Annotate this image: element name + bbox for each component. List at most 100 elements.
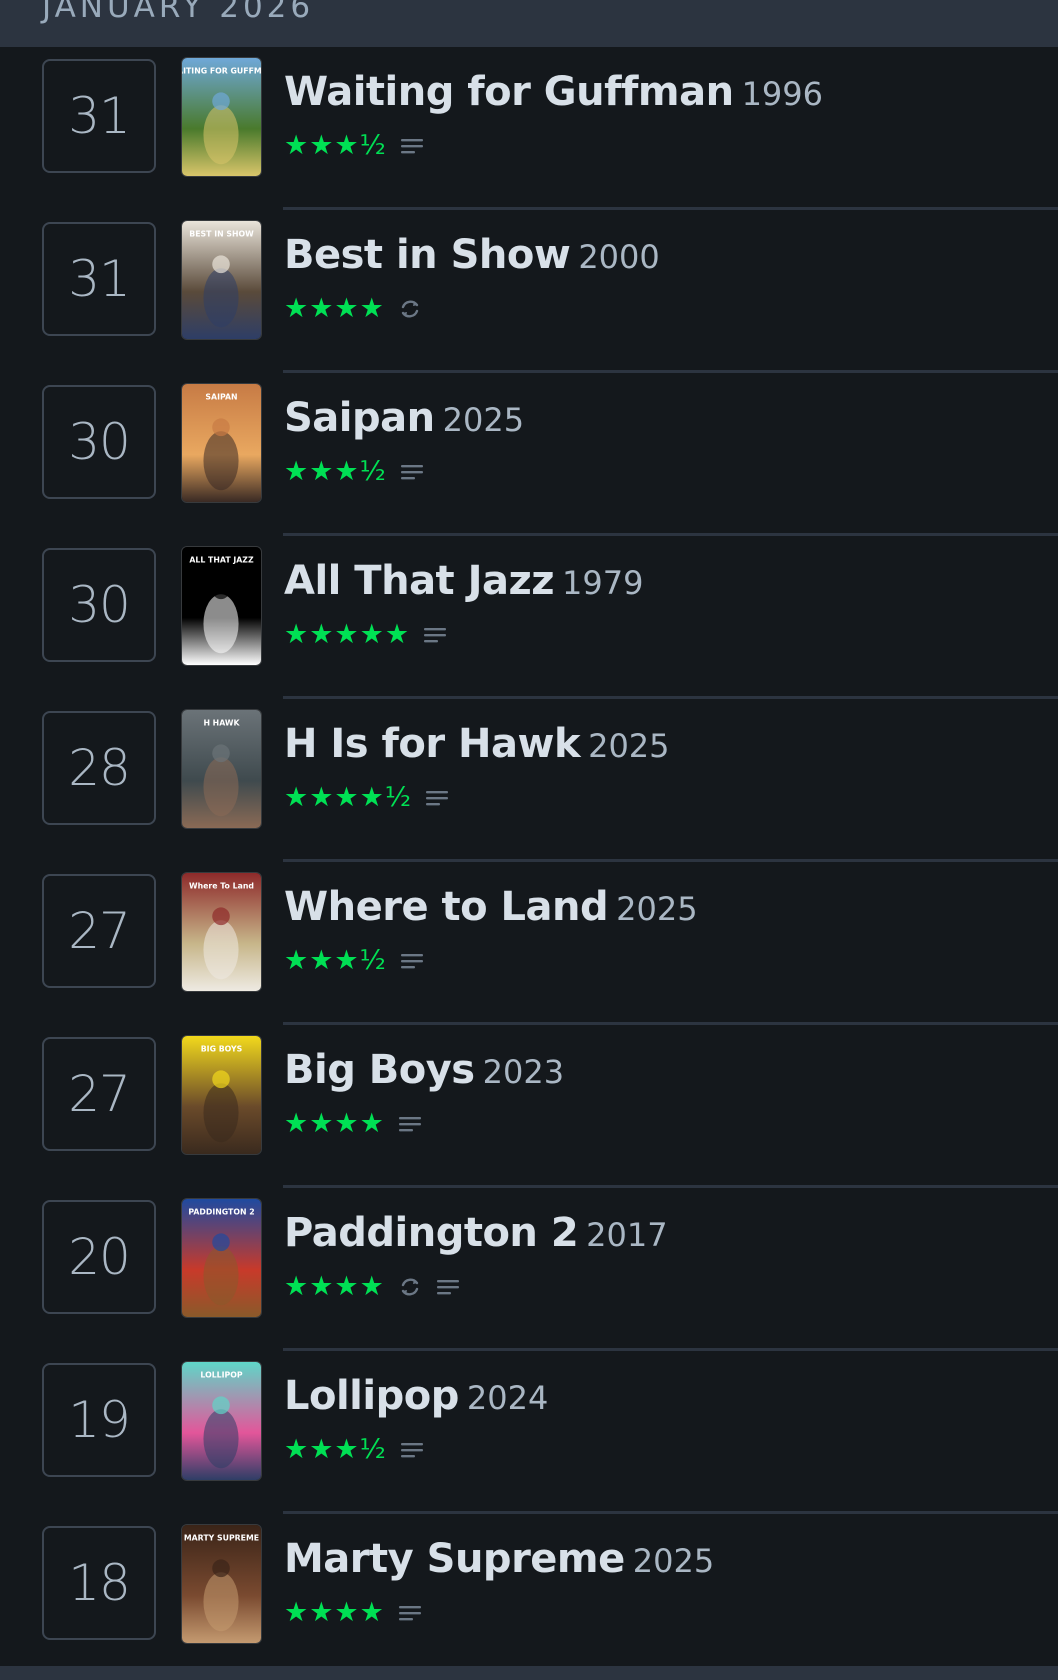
film-title[interactable]: H Is for Hawk xyxy=(284,721,581,767)
star-rating: ★★★★ xyxy=(284,293,385,324)
poster-art: MARTY SUPREME xyxy=(182,1525,261,1643)
poster-title-text: H HAWK xyxy=(203,719,240,728)
film-year[interactable]: 2023 xyxy=(483,1053,564,1091)
meta-line: ★★★½ xyxy=(284,131,425,161)
day-box[interactable]: 31 xyxy=(42,222,156,336)
review-icon[interactable] xyxy=(399,1437,425,1463)
film-poster[interactable]: SAIPAN xyxy=(181,383,262,503)
film-title[interactable]: Big Boys xyxy=(284,1047,475,1093)
title-line: Lollipop 2024 xyxy=(284,1373,548,1419)
rewatch-icon xyxy=(397,1274,423,1300)
poster-art: SAIPAN xyxy=(182,384,261,502)
review-icon[interactable] xyxy=(399,948,425,974)
film-year[interactable]: 2025 xyxy=(443,401,524,439)
day-box[interactable]: 19 xyxy=(42,1363,156,1477)
film-poster[interactable]: WAITING FOR GUFFMAN xyxy=(181,57,262,177)
film-year[interactable]: 2025 xyxy=(633,1542,714,1580)
meta-line: ★★★½ xyxy=(284,946,425,976)
film-title[interactable]: Paddington 2 xyxy=(284,1210,579,1256)
diary-list: 31 WAITING FOR GUFFMAN Waiting for Guffm… xyxy=(0,47,1058,1677)
diary-entry[interactable]: 31 BEST IN SHOW Best in Show 2000 ★★★★ xyxy=(0,210,1058,373)
star-rating: ★★★★½ xyxy=(284,782,412,813)
film-year[interactable]: 1996 xyxy=(742,75,823,113)
film-title[interactable]: Best in Show xyxy=(284,232,571,278)
poster-title-text: BEST IN SHOW xyxy=(189,230,254,239)
film-poster[interactable]: MARTY SUPREME xyxy=(181,1524,262,1644)
diary-entry[interactable]: 19 LOLLIPOP Lollipop 2024 ★★★½ xyxy=(0,1351,1058,1514)
diary-entry[interactable]: 30 SAIPAN Saipan 2025 ★★★½ xyxy=(0,373,1058,536)
poster-art: Where To Land xyxy=(182,873,261,991)
day-box[interactable]: 18 xyxy=(42,1526,156,1640)
review-icon[interactable] xyxy=(397,1111,423,1137)
title-line: Best in Show 2000 xyxy=(284,232,660,278)
review-icon[interactable] xyxy=(422,622,448,648)
month-label: JANUARY 2026 xyxy=(42,0,315,25)
poster-title-text: MARTY SUPREME xyxy=(184,1534,259,1543)
film-poster[interactable]: BIG BOYS xyxy=(181,1035,262,1155)
film-title[interactable]: Marty Supreme xyxy=(284,1536,625,1582)
poster-art: BIG BOYS xyxy=(182,1036,261,1154)
review-icon[interactable] xyxy=(399,133,425,159)
meta-line: ★★★½ xyxy=(284,457,425,487)
meta-line: ★★★★★ xyxy=(284,620,448,650)
star-rating: ★★★★ xyxy=(284,1271,385,1302)
day-box[interactable]: 30 xyxy=(42,548,156,662)
film-title[interactable]: Lollipop xyxy=(284,1373,459,1419)
film-title[interactable]: Saipan xyxy=(284,395,435,441)
day-box[interactable]: 27 xyxy=(42,1037,156,1151)
film-title[interactable]: All That Jazz xyxy=(284,558,555,604)
diary-entry[interactable]: 28 H HAWK H Is for Hawk 2025 ★★★★½ xyxy=(0,699,1058,862)
poster-title-text: PADDINGTON 2 xyxy=(188,1208,254,1217)
film-poster[interactable]: Where To Land xyxy=(181,872,262,992)
day-box[interactable]: 20 xyxy=(42,1200,156,1314)
poster-title-text: WAITING FOR GUFFMAN xyxy=(182,67,261,76)
review-icon[interactable] xyxy=(424,785,450,811)
review-icon[interactable] xyxy=(435,1274,461,1300)
title-line: Waiting for Guffman 1996 xyxy=(284,69,823,115)
poster-title-text: LOLLIPOP xyxy=(200,1371,242,1380)
diary-entry[interactable]: 20 PADDINGTON 2 Paddington 2 2017 ★★★★ xyxy=(0,1188,1058,1351)
diary-entry[interactable]: 30 ALL THAT JAZZ All That Jazz 1979 ★★★★★ xyxy=(0,536,1058,699)
title-line: Saipan 2025 xyxy=(284,395,524,441)
film-year[interactable]: 2017 xyxy=(586,1216,667,1254)
diary-entry[interactable]: 18 MARTY SUPREME Marty Supreme 2025 ★★★★ xyxy=(0,1514,1058,1677)
film-title[interactable]: Where to Land xyxy=(284,884,609,930)
day-box[interactable]: 27 xyxy=(42,874,156,988)
film-year[interactable]: 2000 xyxy=(578,238,659,276)
poster-art: LOLLIPOP xyxy=(182,1362,261,1480)
bottom-bar xyxy=(0,1666,1058,1680)
month-header: JANUARY 2026 xyxy=(0,0,1058,47)
title-line: Big Boys 2023 xyxy=(284,1047,564,1093)
film-year[interactable]: 2024 xyxy=(467,1379,548,1417)
day-box[interactable]: 31 xyxy=(42,59,156,173)
poster-art: WAITING FOR GUFFMAN xyxy=(182,58,261,176)
rewatch-icon xyxy=(397,296,423,322)
diary-entry[interactable]: 27 Where To Land Where to Land 2025 ★★★½ xyxy=(0,862,1058,1025)
star-rating: ★★★½ xyxy=(284,130,387,161)
poster-art: BEST IN SHOW xyxy=(182,221,261,339)
review-icon[interactable] xyxy=(397,1600,423,1626)
poster-title-text: BIG BOYS xyxy=(201,1045,243,1054)
film-year[interactable]: 1979 xyxy=(562,564,643,602)
star-rating: ★★★½ xyxy=(284,456,387,487)
diary-entry[interactable]: 27 BIG BOYS Big Boys 2023 ★★★★ xyxy=(0,1025,1058,1188)
film-poster[interactable]: H HAWK xyxy=(181,709,262,829)
film-year[interactable]: 2025 xyxy=(588,727,669,765)
poster-art: ALL THAT JAZZ xyxy=(182,547,261,665)
film-poster[interactable]: ALL THAT JAZZ xyxy=(181,546,262,666)
meta-line: ★★★★ xyxy=(284,1272,461,1302)
diary-entry[interactable]: 31 WAITING FOR GUFFMAN Waiting for Guffm… xyxy=(0,47,1058,210)
film-poster[interactable]: PADDINGTON 2 xyxy=(181,1198,262,1318)
film-year[interactable]: 2025 xyxy=(616,890,697,928)
day-box[interactable]: 28 xyxy=(42,711,156,825)
title-line: Marty Supreme 2025 xyxy=(284,1536,714,1582)
film-poster[interactable]: BEST IN SHOW xyxy=(181,220,262,340)
film-poster[interactable]: LOLLIPOP xyxy=(181,1361,262,1481)
review-icon[interactable] xyxy=(399,459,425,485)
meta-line: ★★★½ xyxy=(284,1435,425,1465)
day-box[interactable]: 30 xyxy=(42,385,156,499)
meta-line: ★★★★ xyxy=(284,1109,423,1139)
film-title[interactable]: Waiting for Guffman xyxy=(284,69,734,115)
poster-title-text: ALL THAT JAZZ xyxy=(189,556,254,565)
star-rating: ★★★★ xyxy=(284,1108,385,1139)
